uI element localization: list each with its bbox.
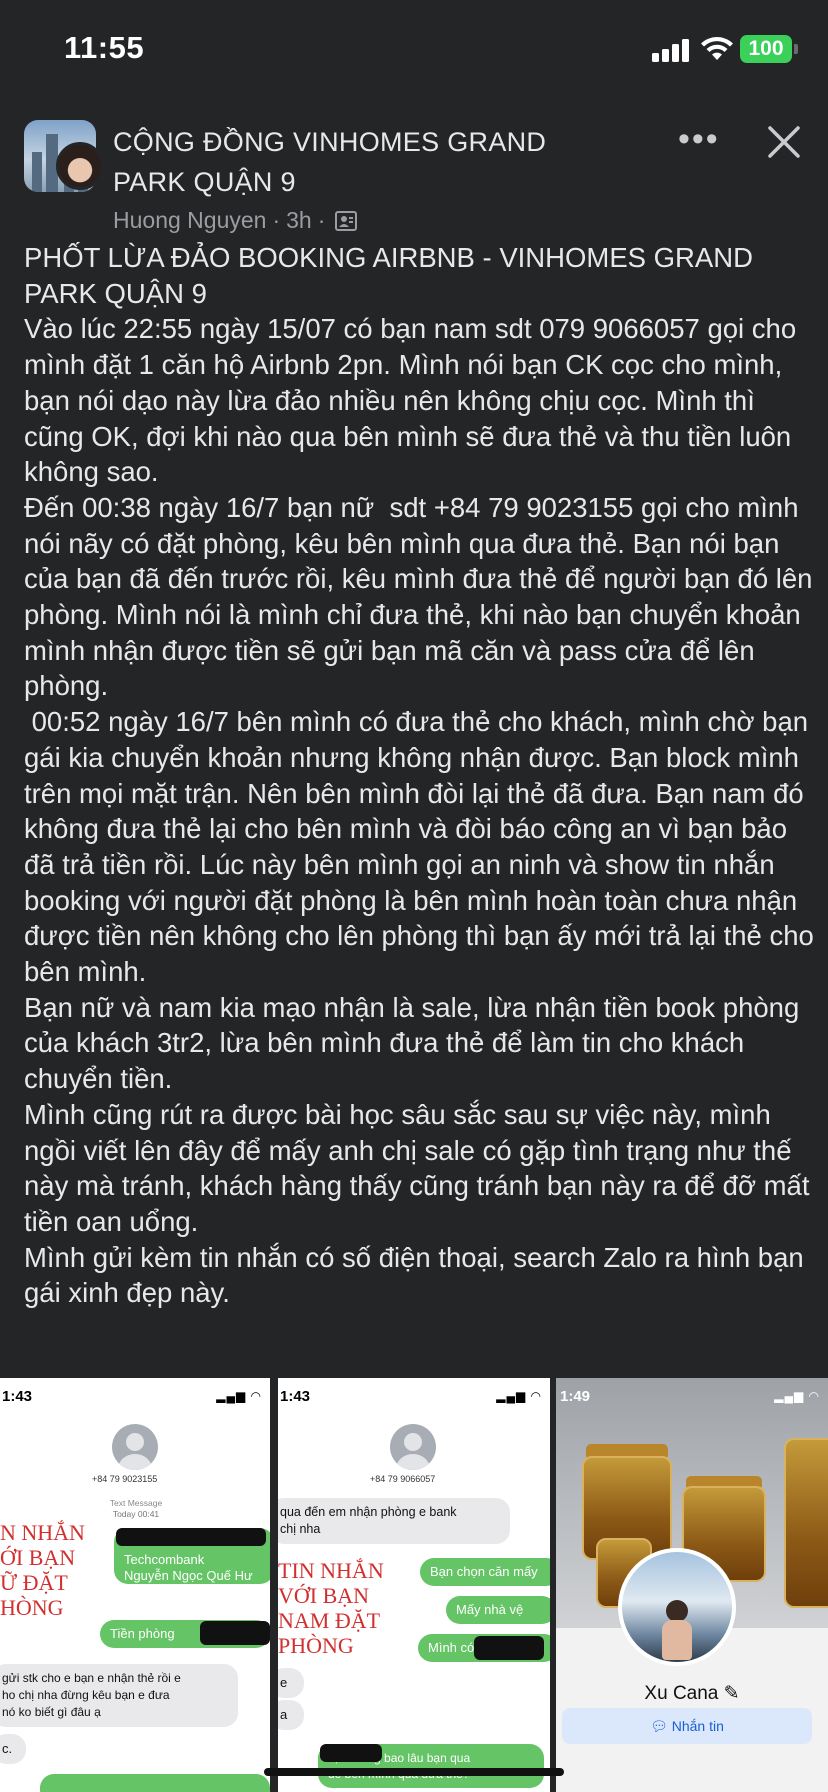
status-bar: 11:55 100 bbox=[0, 0, 828, 100]
message-bubble-request: gửi stk cho e bạn e nhận thẻ rồi e ho ch… bbox=[0, 1664, 238, 1727]
message-bubble-top: qua đến em nhận phòng e bank chị nha bbox=[278, 1498, 510, 1544]
profile-figure bbox=[662, 1620, 692, 1660]
wifi-icon bbox=[701, 37, 733, 60]
redaction-mark bbox=[200, 1621, 270, 1645]
edit-pencil-icon[interactable]: ✎ bbox=[724, 1683, 740, 1704]
message-bubble-e: e bbox=[278, 1668, 304, 1698]
gallery-image-zalo-profile[interactable]: 1:49 ▂▄▆ ◠ Xu Cana ✎ 💬︎ Nhắn tin bbox=[556, 1378, 828, 1792]
battery-tip bbox=[794, 44, 798, 54]
contact-avatar-icon bbox=[390, 1424, 436, 1470]
profile-name-text: Xu Cana bbox=[644, 1683, 719, 1704]
image-status-time: 1:43 bbox=[2, 1388, 33, 1405]
audience-members-icon bbox=[335, 211, 358, 231]
author-name[interactable]: Huong Nguyen bbox=[113, 207, 266, 233]
bank-name: Techcombank bbox=[124, 1552, 205, 1567]
redaction-mark bbox=[320, 1744, 382, 1762]
bubble-3-text: Mình có bbox=[428, 1640, 475, 1655]
gallery-image-sms-female[interactable]: 1:43 ▂▄▆ ◠ +84 79 9023155 Text Message T… bbox=[0, 1378, 270, 1792]
product-jar bbox=[784, 1438, 828, 1608]
image-status-icons: ▂▄▆ ◠ bbox=[216, 1389, 262, 1403]
contact-number: +84 79 9023155 bbox=[92, 1474, 158, 1484]
send-message-label: Nhắn tin bbox=[671, 1718, 724, 1734]
author-avatar[interactable] bbox=[56, 142, 104, 190]
red-overlay-text: TIN NHẮN VỚI BẠN NAM ĐẶT PHÒNG bbox=[278, 1558, 384, 1658]
message-label-time: Today 00:41 bbox=[112, 1509, 160, 1519]
bank-account-name: Nguyễn Ngọc Quế Hư bbox=[124, 1568, 253, 1583]
post-body-text: PHỐT LỪA ĐẢO BOOKING AIRBNB - VINHOMES G… bbox=[24, 242, 814, 1309]
message-bubble-short: c. bbox=[0, 1734, 26, 1764]
contact-number: +84 79 9066057 bbox=[370, 1474, 436, 1484]
post-age[interactable]: 3h bbox=[286, 207, 312, 233]
message-bubble-partial bbox=[40, 1774, 270, 1792]
close-icon[interactable] bbox=[766, 124, 802, 160]
message-label-type: Text Message bbox=[109, 1498, 163, 1508]
image-status-icons: ▂▄▆ ◠ bbox=[774, 1389, 820, 1403]
status-time: 11:55 bbox=[64, 30, 145, 65]
send-message-button[interactable]: 💬︎ Nhắn tin bbox=[562, 1708, 812, 1744]
more-options-button[interactable]: ••• bbox=[678, 120, 720, 159]
redaction-mark bbox=[474, 1636, 544, 1660]
meta-separator: · bbox=[272, 207, 281, 233]
gallery-image-sms-male[interactable]: 1:43 ▂▄▆ ◠ +84 79 9066057 qua đến em nhậ… bbox=[278, 1378, 550, 1792]
facebook-post-screen: 11:55 100 CỘNG ĐỒNG VINHOMES GRAND PARK … bbox=[0, 0, 828, 1792]
profile-figure bbox=[666, 1600, 688, 1622]
image-status-time: 1:49 bbox=[560, 1388, 591, 1405]
message-bubble-1: Bạn chọn căn mấy bbox=[420, 1558, 550, 1586]
message-bubble-2: Mấy nhà vệ bbox=[446, 1596, 550, 1624]
post-meta: Huong Nguyen · 3h · bbox=[113, 207, 358, 234]
contact-avatar-icon bbox=[112, 1424, 158, 1470]
chat-bubble-icon: 💬︎ bbox=[650, 1718, 668, 1734]
profile-avatar[interactable] bbox=[618, 1548, 736, 1666]
message-bubble-a: a bbox=[278, 1700, 304, 1730]
meta-separator: · bbox=[317, 207, 326, 233]
image-status-time: 1:43 bbox=[280, 1388, 311, 1405]
cellular-signal-icon bbox=[652, 38, 692, 62]
redaction-mark bbox=[116, 1528, 266, 1546]
room-label: Tiền phòng bbox=[110, 1626, 175, 1641]
image-status-icons: ▂▄▆ ◠ bbox=[496, 1389, 542, 1403]
group-name-link[interactable]: CỘNG ĐỒNG VINHOMES GRAND PARK QUẬN 9 bbox=[113, 122, 613, 202]
profile-name: Xu Cana ✎ bbox=[556, 1682, 828, 1705]
battery-indicator: 100 bbox=[740, 35, 792, 63]
red-overlay-text: N NHẮN ỚI BẠN Ữ ĐẶT HÒNG bbox=[0, 1520, 85, 1620]
home-indicator bbox=[264, 1768, 564, 1776]
post-image-gallery: 1:43 ▂▄▆ ◠ +84 79 9023155 Text Message T… bbox=[0, 1378, 828, 1792]
